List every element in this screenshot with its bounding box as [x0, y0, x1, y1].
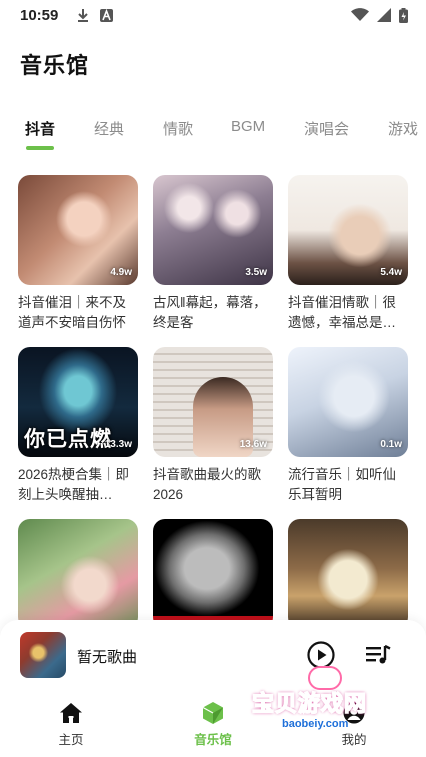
status-time: 10:59: [20, 6, 59, 24]
playlist-cover: 5.4w: [288, 175, 408, 285]
play-icon: [307, 641, 335, 669]
playlist-title: 古风‖幕起，幕落，终是客: [153, 295, 267, 330]
play-count: 13.6w: [239, 439, 267, 450]
text-a-icon: [100, 8, 114, 22]
playlist-cover: [18, 519, 138, 629]
playlist-card[interactable]: 13.6w 抖音歌曲最火的歌2026: [153, 347, 273, 505]
nav-label: 主页: [58, 733, 84, 747]
page-title: 音乐馆: [20, 53, 90, 78]
playlist-cover: 4.9w: [18, 175, 138, 285]
playlist-cover: 3.5w: [153, 175, 273, 285]
tab-label: 经典: [94, 121, 125, 138]
playlist-cover: [288, 519, 408, 629]
signal-icon: [377, 8, 391, 22]
tab-concert[interactable]: 演唱会: [304, 110, 349, 139]
nav-music-hall[interactable]: 音乐馆: [173, 700, 253, 748]
category-tabs: 抖音 经典 情歌 BGM 演唱会 游戏: [0, 110, 426, 154]
battery-icon: [399, 7, 408, 23]
playlist-queue-button[interactable]: [364, 642, 392, 668]
playlist-title: 流行音乐｜如听仙乐耳暂明: [288, 467, 396, 502]
tab-classic[interactable]: 经典: [94, 110, 124, 139]
playlist-card[interactable]: [18, 519, 138, 629]
nav-home[interactable]: 主页: [31, 700, 111, 748]
nav-mine[interactable]: 我的: [314, 700, 394, 748]
bottom-nav: 主页 音乐馆 我的: [0, 700, 426, 757]
status-bar: 10:59: [0, 0, 426, 30]
player-song-title: 暂无歌曲: [77, 649, 138, 666]
player-cover-art[interactable]: [20, 632, 66, 678]
playlist-card[interactable]: 3.5w 古风‖幕起，幕落，终是客: [153, 175, 273, 333]
download-icon: [76, 8, 90, 22]
playlist-card[interactable]: [153, 519, 273, 629]
tab-bgm[interactable]: BGM: [231, 110, 265, 135]
mini-player[interactable]: 暂无歌曲: [0, 630, 426, 682]
playlist-card[interactable]: 你已点燃 13.3w 2026热梗合集｜即刻上头唤醒抽…: [18, 347, 138, 505]
play-count: 5.4w: [380, 267, 402, 278]
play-button[interactable]: [307, 641, 335, 669]
active-tab-indicator: [26, 146, 54, 150]
playlist-title: 抖音催泪情歌｜很遗憾，幸福总是…: [288, 295, 396, 330]
playlist-card[interactable]: 5.4w 抖音催泪情歌｜很遗憾，幸福总是…: [288, 175, 408, 333]
play-count: 4.9w: [110, 267, 132, 278]
tab-love-songs[interactable]: 情歌: [163, 110, 193, 139]
nav-label: 我的: [341, 733, 367, 747]
tab-label: 演唱会: [304, 121, 350, 138]
playlist-card[interactable]: 4.9w 抖音催泪｜来不及道声不安暗自伤怀: [18, 175, 138, 333]
bottom-panel: 暂无歌曲 主页 音乐馆 我的: [0, 620, 426, 757]
music-hall-icon: [173, 700, 253, 726]
tab-game[interactable]: 游戏: [388, 110, 418, 139]
wifi-icon: [351, 8, 369, 22]
playlist-title: 抖音催泪｜来不及道声不安暗自伤怀: [18, 295, 126, 330]
playlist-cover: 0.1w: [288, 347, 408, 457]
tab-label: BGM: [231, 118, 266, 135]
playlist-cover: 你已点燃 13.3w: [18, 347, 138, 457]
cover-overlay-text: 你已点燃: [24, 428, 112, 451]
playlist-card[interactable]: 0.1w 流行音乐｜如听仙乐耳暂明: [288, 347, 408, 505]
nav-label: 音乐馆: [194, 733, 232, 747]
playlist-title: 抖音歌曲最火的歌2026: [153, 467, 261, 502]
home-icon: [31, 700, 111, 726]
tab-douyin[interactable]: 抖音: [25, 110, 56, 150]
playlist-icon: [366, 644, 391, 664]
playlist-cover: [153, 519, 273, 629]
play-count: 13.3w: [104, 439, 132, 450]
playlist-card[interactable]: [288, 519, 408, 629]
tab-label: 抖音: [25, 121, 56, 138]
playlist-grid: 4.9w 抖音催泪｜来不及道声不安暗自伤怀 3.5w 古风‖幕起，幕落，终是客 …: [18, 175, 410, 629]
playlist-title: 2026热梗合集｜即刻上头唤醒抽…: [18, 467, 130, 502]
play-count: 3.5w: [245, 267, 267, 278]
playlist-cover: 13.6w: [153, 347, 273, 457]
user-icon: [314, 700, 394, 726]
tab-label: 情歌: [163, 121, 194, 138]
tab-label: 游戏: [388, 121, 419, 138]
play-count: 0.1w: [380, 439, 402, 450]
